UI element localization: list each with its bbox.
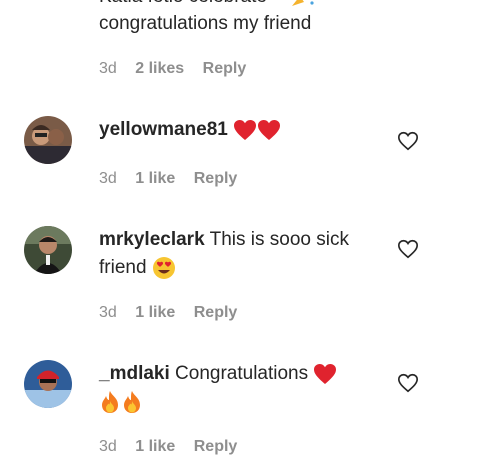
fire-icon: [102, 390, 118, 413]
like-heart-icon[interactable]: [397, 372, 419, 394]
comment-body: mrkyleclark This is sooo sick friend: [99, 226, 389, 282]
heart-eyes-face-icon: [152, 256, 175, 279]
comment-body: yellowmane81: [99, 116, 389, 144]
comment-text-partial: Katia fetio celebrate: [99, 0, 267, 8]
comment-text: congratulations my friend: [99, 13, 312, 34]
reply-button[interactable]: Reply: [194, 170, 238, 188]
fire-icon: [124, 390, 140, 413]
comment-username[interactable]: _mdlaki: [99, 363, 170, 384]
comment-meta: 3d 2 likes Reply: [99, 60, 260, 78]
red-heart-icon: [258, 119, 281, 140]
likes-count[interactable]: 1 like: [135, 170, 175, 188]
comment-time: 3d: [99, 438, 117, 455]
comment-meta: 3d 1 like Reply: [99, 304, 251, 322]
comment-text: This is sooo sick: [204, 229, 349, 250]
comment-body: _mdlaki Congratulations: [99, 360, 389, 416]
likes-count[interactable]: 1 like: [135, 438, 175, 456]
reply-button[interactable]: Reply: [203, 60, 247, 78]
comment-meta: 3d 1 like Reply: [99, 170, 251, 188]
comment-meta: 3d 1 like Reply: [99, 438, 251, 456]
like-heart-icon[interactable]: [397, 130, 419, 152]
party-popper-icon: [292, 0, 314, 6]
like-heart-icon[interactable]: [397, 238, 419, 260]
likes-count[interactable]: 1 like: [135, 304, 175, 322]
comment-text: Congratulations: [169, 363, 309, 384]
avatar[interactable]: [24, 116, 72, 164]
likes-count[interactable]: 2 likes: [135, 60, 184, 78]
reply-button[interactable]: Reply: [194, 304, 238, 322]
comment-time: 3d: [99, 60, 117, 77]
reply-button[interactable]: Reply: [194, 438, 238, 456]
comment-username[interactable]: mrkyleclark: [99, 229, 205, 250]
comment-text-line2: friend: [99, 257, 147, 278]
red-heart-icon: [234, 119, 257, 140]
avatar[interactable]: [24, 360, 72, 408]
comment-time: 3d: [99, 170, 117, 187]
comment-username[interactable]: yellowmane81: [99, 119, 228, 140]
red-heart-icon: [314, 363, 337, 384]
avatar[interactable]: [24, 226, 72, 274]
comment-time: 3d: [99, 304, 117, 321]
